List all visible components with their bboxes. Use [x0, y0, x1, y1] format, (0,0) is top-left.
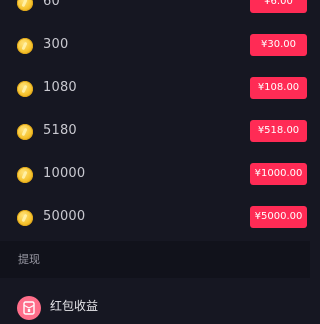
price-button[interactable]: ¥1000.00	[250, 163, 307, 185]
coin-icon	[17, 38, 33, 54]
coin-amount: 60	[43, 0, 60, 9]
coin-amount: 300	[43, 37, 69, 52]
red-envelope-icon	[17, 296, 41, 320]
coin-amount: 50000	[43, 209, 86, 224]
coin-amount: 10000	[43, 166, 86, 181]
price-button[interactable]: ¥5000.00	[250, 206, 307, 228]
withdraw-section-header: 提现	[0, 241, 310, 278]
price-button[interactable]: ¥6.00	[250, 0, 307, 13]
price-button[interactable]: ¥30.00	[250, 34, 307, 56]
price-button[interactable]: ¥518.00	[250, 120, 307, 142]
coin-icon	[17, 0, 33, 11]
coin-icon	[17, 81, 33, 97]
coin-amount: 5180	[43, 123, 77, 138]
recharge-row: 300 ¥30.00	[0, 24, 310, 67]
coin-icon	[17, 124, 33, 140]
recharge-row: 5180 ¥518.00	[0, 110, 310, 153]
recharge-row: 60 ¥6.00	[0, 0, 310, 24]
coin-icon	[17, 210, 33, 226]
menu-item-label: 红包收益	[50, 299, 99, 313]
price-button[interactable]: ¥108.00	[250, 77, 307, 99]
recharge-row: 50000 ¥5000.00	[0, 196, 310, 239]
section-title: 提现	[18, 253, 40, 266]
red-envelope-earnings-item[interactable]: 红包收益	[0, 284, 310, 324]
coin-amount: 1080	[43, 80, 77, 95]
coin-icon	[17, 167, 33, 183]
recharge-list: 60 ¥6.00 300 ¥30.00 1080 ¥108.00 5180 ¥5…	[0, 0, 310, 239]
recharge-row: 1080 ¥108.00	[0, 67, 310, 110]
recharge-row: 10000 ¥1000.00	[0, 153, 310, 196]
